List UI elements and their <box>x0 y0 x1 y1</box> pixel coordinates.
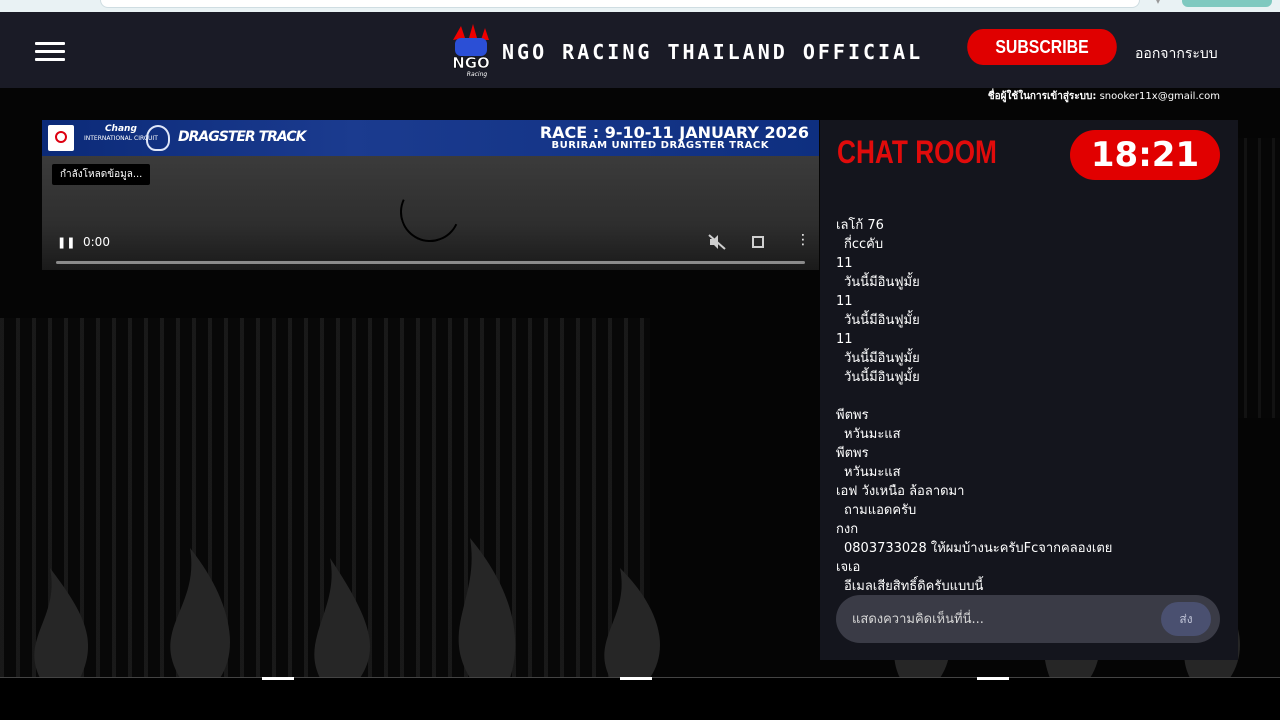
clock-badge: 18:21 <box>1070 130 1220 180</box>
chat-input[interactable] <box>852 605 1152 633</box>
chat-message: เจเอ อีเมลเสียสิทธิ์ดิครับแบบนี้ <box>836 558 1226 594</box>
video-progress-bar[interactable] <box>56 261 805 264</box>
chat-message-text: วันนี้มีอินฟูมั้ย <box>844 275 920 290</box>
chat-room-panel: CHAT ROOM 18:21 เลโก้ 76 กี่ccคับ 11 วัน… <box>820 120 1238 660</box>
bottom-marker <box>262 677 294 680</box>
chat-message-text: 0803733028 ให้ผมบ้างนะครับFcจากคลองเตย <box>844 541 1113 556</box>
chat-message-text: วันนี้มีอินฟูมั้ย <box>844 313 920 328</box>
dragster-logo: DRAGSTER TRACK <box>178 129 306 145</box>
chat-message: 11 วันนี้มีอินฟูมั้ย <box>836 292 1226 330</box>
chat-message: เลโก้ 76 กี่ccคับ <box>836 216 1226 254</box>
chat-message: พีตพร หวันมะแส <box>836 406 1226 444</box>
circuit-logo <box>48 125 74 151</box>
user-login-prefix: ชื่อผู้ใช้ในการเข้าสู่ระบบ: <box>987 91 1097 102</box>
subscribe-button[interactable]: SUBSCRIBE <box>967 29 1117 65</box>
chat-message-author: 11 <box>836 332 853 347</box>
chat-message-text: วันนี้มีอินฟูมั้ย <box>844 370 920 385</box>
fullscreen-icon[interactable] <box>752 236 764 248</box>
chat-message-author: 11 <box>836 256 853 271</box>
loading-label: กำลังโหลดข้อมูล... <box>52 164 151 185</box>
chat-message-author: กงก <box>836 522 859 537</box>
svg-text:Racing: Racing <box>467 71 488 78</box>
race-subtitle: BURIRAM UNITED DRAGSTER TRACK <box>551 140 769 151</box>
video-player[interactable]: Chang INTERNATIONAL CIRCUIT DRAGSTER TRA… <box>42 120 819 270</box>
chat-message-author: พีตพร <box>836 446 869 461</box>
chat-message: เอฟ วังเหนือ ล้อลาดมา ถามแอดครับ <box>836 482 1226 520</box>
chat-message-text: วันนี้มีอินฟูมั้ย <box>844 351 920 366</box>
user-login-label: ชื่อผู้ใช้ในการเข้าสู่ระบบ: snooker11x@g… <box>988 89 1220 104</box>
browser-icon[interactable]: ▾ <box>1156 0 1166 6</box>
address-bar[interactable] <box>100 0 1140 8</box>
video-controls: ❚❚ 0:00 ⋮ <box>42 230 819 270</box>
chang-title: Chang <box>104 124 137 134</box>
chat-message: 11 วันนี้มีอินฟูมั้ย <box>836 254 1226 292</box>
club-crest-icon <box>146 125 170 151</box>
chat-message-text: อีเมลเสียสิทธิ์ดิครับแบบนี้ <box>844 579 984 594</box>
chat-message-author: เอฟ วังเหนือ ล้อลาดมา <box>836 484 965 499</box>
chat-message: วันนี้มีอินฟูมั้ย <box>836 368 1226 387</box>
svg-text:NGO: NGO <box>452 54 490 72</box>
site-header: NGO Racing NGO RACING THAILAND OFFICIAL … <box>0 12 1280 88</box>
pause-icon[interactable]: ❚❚ <box>57 236 75 249</box>
brand-title: NGO RACING THAILAND OFFICIAL <box>502 40 924 64</box>
race-banner: Chang INTERNATIONAL CIRCUIT DRAGSTER TRA… <box>42 120 819 156</box>
chat-input-box: ส่ง <box>836 595 1220 643</box>
send-button[interactable]: ส่ง <box>1161 602 1211 636</box>
chat-message: 11 วันนี้มีอินฟูมั้ย <box>836 330 1226 368</box>
chat-message-text: ถามแอดครับ <box>844 503 917 518</box>
more-vert-icon[interactable]: ⋮ <box>796 233 810 247</box>
user-email: snooker11x@gmail.com <box>1099 91 1220 102</box>
mute-icon[interactable] <box>708 234 726 250</box>
menu-icon[interactable] <box>35 42 65 62</box>
chat-message-author: 11 <box>836 294 853 309</box>
chat-message-author: พีตพร <box>836 408 869 423</box>
browser-button[interactable] <box>1182 0 1272 7</box>
chat-message: พีตพร หวันมะแส <box>836 444 1226 482</box>
chat-message-text: หวันมะแส <box>844 427 901 442</box>
chat-title: CHAT ROOM <box>837 134 997 170</box>
chat-message-text: กี่ccคับ <box>844 237 884 252</box>
logout-link[interactable]: ออกจากระบบ <box>1135 43 1218 65</box>
video-frame[interactable]: กำลังโหลดข้อมูล... ❚❚ 0:00 ⋮ <box>42 156 819 270</box>
bottom-marker <box>620 677 652 680</box>
chat-message-author: เลโก้ 76 <box>836 218 884 233</box>
bottom-bar <box>0 677 1280 720</box>
browser-top-strip: ▾ <box>0 0 1280 12</box>
chat-message-author: เจเอ <box>836 560 861 575</box>
ngo-logo: NGO Racing <box>452 24 490 78</box>
chat-message: กงก 0803733028 ให้ผมบ้างนะครับFcจากคลองเ… <box>836 520 1226 558</box>
chat-message-text: หวันมะแส <box>844 465 901 480</box>
chat-messages: เลโก้ 76 กี่ccคับ 11 วันนี้มีอินฟูมั้ย 1… <box>836 216 1226 594</box>
current-time: 0:00 <box>83 235 110 249</box>
bottom-marker <box>977 677 1009 680</box>
